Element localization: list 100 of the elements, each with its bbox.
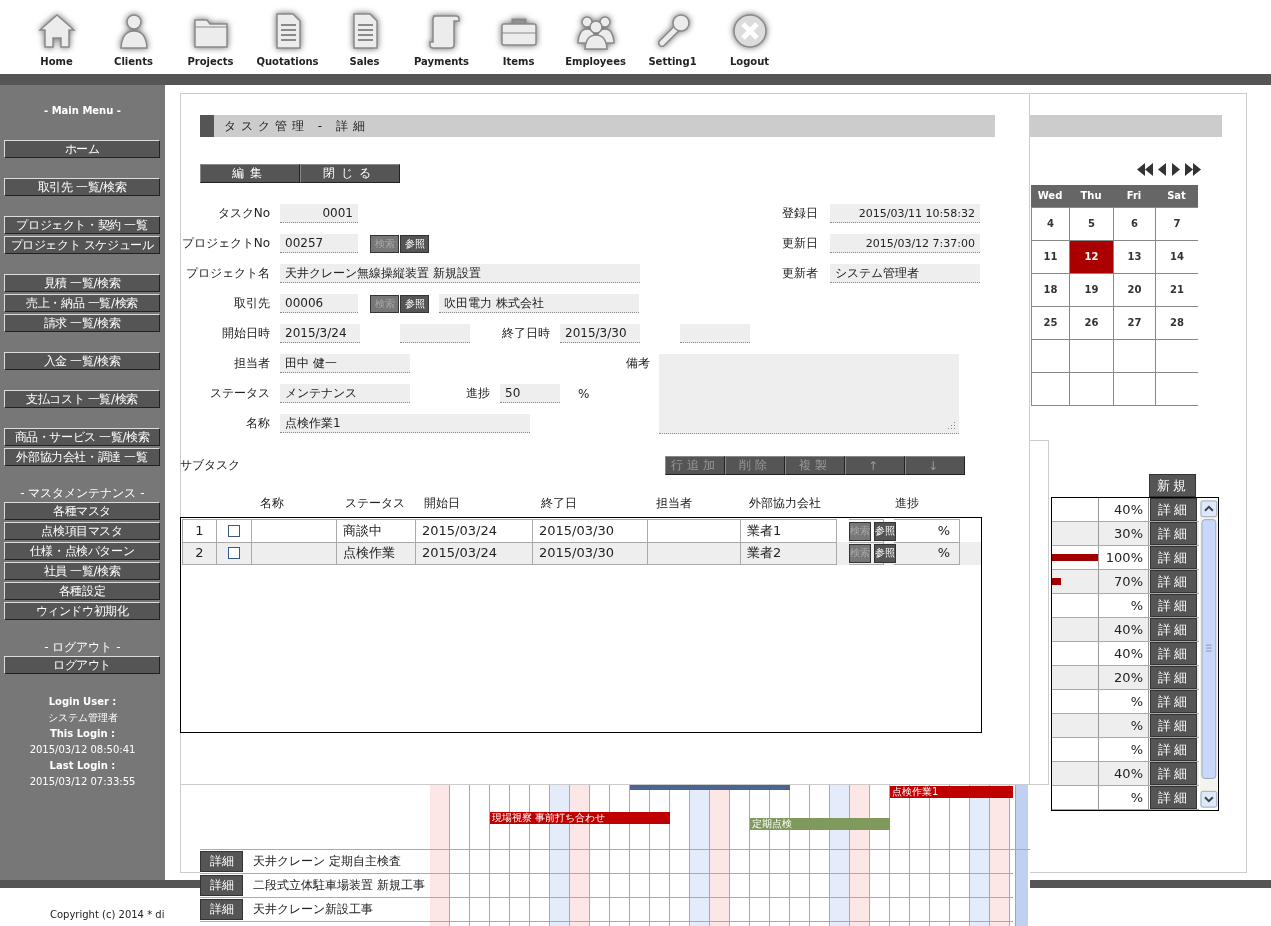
detail-button[interactable]: 詳細 (1150, 522, 1197, 545)
menu-button[interactable]: 各種設定 (4, 582, 160, 600)
menu-button[interactable]: 各種マスタ (4, 502, 160, 520)
detail-button[interactable]: 詳細 (200, 875, 243, 896)
detail-button[interactable]: 詳細 (1150, 618, 1197, 641)
detail-button[interactable]: 詳細 (1150, 570, 1197, 593)
right-arrow-icon[interactable] (1171, 163, 1180, 176)
input-field[interactable] (400, 324, 470, 343)
nav-link[interactable]: Sales (326, 0, 403, 74)
menu-button[interactable]: 商品・サービス 一覧/検索 (4, 428, 160, 446)
menu-button[interactable]: 社員 一覧/検索 (4, 562, 160, 580)
detail-button[interactable]: 詳細 (1150, 714, 1197, 737)
calendar-day[interactable]: 20 (1113, 273, 1155, 306)
detail-button[interactable]: 詳細 (200, 851, 243, 872)
double-right-arrow-icon[interactable] (1184, 163, 1201, 176)
menu-button[interactable]: プロジェクト・契約 一覧 (4, 216, 160, 234)
calendar-day[interactable] (1113, 372, 1155, 405)
left-arrow-icon[interactable] (1158, 163, 1167, 176)
resize-grip-icon[interactable] (947, 421, 956, 430)
calendar-day[interactable]: 6 (1113, 207, 1155, 240)
scrollbar[interactable] (1015, 785, 1028, 926)
detail-button[interactable]: 詳細 (1150, 738, 1197, 761)
input-field[interactable]: 田中 健一 (280, 354, 410, 373)
detail-button[interactable]: 詳細 (1150, 546, 1197, 569)
detail-button[interactable]: 詳細 (200, 899, 243, 920)
input-field[interactable]: 00257 (280, 234, 358, 253)
input-field[interactable]: メンテナンス (280, 384, 410, 403)
calendar-day[interactable]: 26 (1069, 306, 1113, 339)
input-field[interactable]: システム管理者 (830, 264, 980, 283)
checkbox[interactable] (228, 547, 240, 559)
calendar-day[interactable]: 21 (1155, 273, 1198, 306)
calendar-day[interactable]: 28 (1155, 306, 1198, 339)
detail-button[interactable]: 詳細 (1150, 666, 1197, 689)
calendar-day[interactable]: 4 (1031, 207, 1069, 240)
nav-link[interactable]: Logout (711, 0, 788, 74)
calendar-day[interactable] (1031, 372, 1069, 405)
calendar-day[interactable]: 27 (1113, 306, 1155, 339)
checkbox[interactable] (228, 525, 240, 537)
input-field[interactable]: 2015/3/24 (280, 324, 360, 343)
menu-button[interactable]: 見積 一覧/検索 (4, 274, 160, 292)
nav-link[interactable]: Employees (557, 0, 634, 74)
schedule-bar[interactable]: 現場視察 事前打ち合わせ (490, 812, 670, 824)
detail-button[interactable]: 詳細 (1150, 690, 1197, 713)
scrollbar[interactable] (1200, 498, 1218, 810)
input-field[interactable]: 0001 (280, 204, 358, 223)
new-button[interactable]: 新規 (1149, 474, 1196, 497)
menu-button[interactable]: 入金 一覧/検索 (4, 352, 160, 370)
calendar-day[interactable] (1113, 339, 1155, 372)
calendar-day[interactable] (1155, 372, 1198, 405)
calendar-day[interactable]: 12 (1069, 240, 1113, 273)
reference-button[interactable]: 参照 (874, 543, 896, 563)
nav-link[interactable]: Payments (403, 0, 480, 74)
menu-button[interactable]: 点検項目マスタ (4, 522, 160, 540)
menu-button[interactable]: 外部協力会社・調達 一覧 (4, 448, 160, 466)
input-field[interactable] (680, 324, 750, 343)
input-field[interactable]: 50 (500, 384, 560, 403)
input-field[interactable]: 2015/3/30 (560, 324, 640, 343)
input-field[interactable]: 2015/03/12 7:37:00 (830, 234, 980, 253)
nav-link[interactable]: Clients (95, 0, 172, 74)
nav-link[interactable]: Quotations (249, 0, 326, 74)
calendar-day[interactable]: 25 (1031, 306, 1069, 339)
menu-button[interactable]: 請求 一覧/検索 (4, 314, 160, 332)
nav-link[interactable]: Setting1 (634, 0, 711, 74)
calendar-day[interactable]: 11 (1031, 240, 1069, 273)
menu-button[interactable]: 取引先 一覧/検索 (4, 178, 160, 196)
calendar-day[interactable]: 5 (1069, 207, 1113, 240)
calendar-day[interactable]: 14 (1155, 240, 1198, 273)
calendar-day[interactable] (1031, 339, 1069, 372)
input-field[interactable]: 00006 (280, 294, 358, 313)
input-field[interactable]: 点検作業1 (280, 414, 530, 433)
edit-button[interactable]: 編集 (200, 164, 300, 183)
menu-button[interactable]: ホーム (4, 140, 160, 158)
calendar-day[interactable] (1069, 339, 1113, 372)
calendar-day[interactable]: 7 (1155, 207, 1198, 240)
calendar-day[interactable]: 13 (1113, 240, 1155, 273)
detail-button[interactable]: 詳細 (1150, 594, 1197, 617)
calendar-day[interactable] (1155, 339, 1198, 372)
nav-link[interactable]: Home (18, 0, 95, 74)
nav-link[interactable]: Items (480, 0, 557, 74)
input-field[interactable]: 吹田電力 株式会社 (439, 294, 639, 313)
nav-link[interactable]: Projects (172, 0, 249, 74)
menu-button[interactable]: ウィンドウ初期化 (4, 602, 160, 620)
reference-button[interactable]: 参照 (400, 234, 429, 253)
menu-button[interactable]: 仕様・点検パターン (4, 542, 160, 560)
calendar-day[interactable] (1069, 372, 1113, 405)
close-button[interactable]: 閉じる (300, 164, 400, 183)
calendar-day[interactable]: 18 (1031, 273, 1069, 306)
menu-button[interactable]: ログアウト (4, 656, 160, 674)
input-field[interactable]: 天井クレーン無線操縦装置 新規設置 (280, 264, 640, 283)
menu-button[interactable]: 支払コスト 一覧/検索 (4, 390, 160, 408)
reference-button[interactable]: 参照 (400, 294, 429, 313)
detail-button[interactable]: 詳細 (1150, 498, 1197, 521)
notes-field[interactable] (659, 354, 959, 434)
reference-button[interactable]: 参照 (874, 521, 896, 541)
menu-button[interactable]: プロジェクト スケジュール (4, 236, 160, 254)
detail-button[interactable]: 詳細 (1150, 642, 1197, 665)
schedule-bar[interactable]: 点検作業1 (890, 786, 1013, 798)
double-left-arrow-icon[interactable] (1137, 163, 1154, 176)
calendar-day[interactable]: 19 (1069, 273, 1113, 306)
detail-button[interactable]: 詳細 (1150, 786, 1197, 809)
